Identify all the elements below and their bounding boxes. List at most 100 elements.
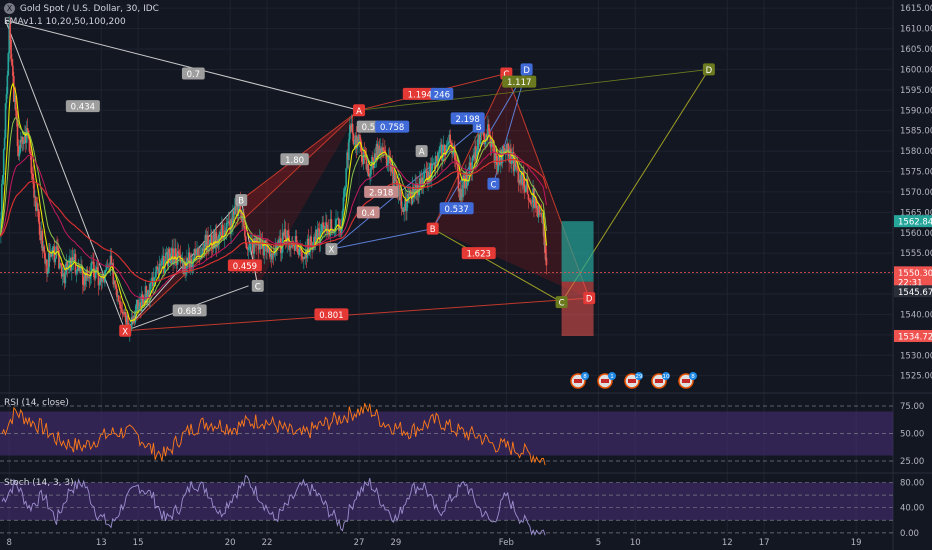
candle-body: [450, 142, 452, 143]
symbol-title-row[interactable]: X Gold Spot / U.S. Dollar, 30, IDC: [4, 3, 159, 14]
candle-body: [324, 227, 326, 229]
ratio-label-text: 0.801: [319, 311, 343, 321]
candle-body: [228, 221, 231, 223]
x-tick-label: 10: [630, 538, 641, 548]
candle-body: [121, 311, 124, 314]
candle-body: [4, 103, 7, 138]
ratio-label-text: 1.117: [507, 78, 531, 88]
y-tick-label: 1610.00: [900, 25, 932, 35]
candle-body: [273, 254, 276, 256]
candle-body: [114, 280, 116, 285]
candle-body: [463, 175, 465, 179]
trading-chart[interactable]: XABCXABBCC DC DD0.70.4341.800.6830.4590.80…: [0, 0, 932, 550]
economic-event-icon: 29: [624, 372, 643, 389]
chart-labels: XABCXABBCC DC DD0.70.4341.800.6830.4590.80…: [65, 63, 715, 389]
ratio-label-text: 0.459: [233, 262, 257, 272]
candle-body: [72, 258, 75, 261]
candle-body: [469, 162, 472, 167]
candle-body: [168, 248, 171, 254]
candle-body: [456, 163, 459, 172]
candle-body: [153, 277, 156, 279]
event-count-text: 8: [583, 374, 587, 380]
event-flag-stripe: [682, 379, 690, 383]
pattern-point-label-text: A: [356, 107, 362, 117]
price-axis: 8 13 15 20 22 27 29 Feb 5 10 12 17 19 1525.00 1530.00 1…: [6, 4, 932, 548]
candle-body: [79, 268, 81, 271]
economic-event-icon: 8: [570, 372, 589, 389]
ratio-label: 2.198: [450, 112, 485, 125]
ratio-label-text: 1.80: [285, 156, 304, 166]
candle-body: [11, 59, 13, 66]
ratio-label-text: 0.683: [177, 307, 201, 317]
event-flag-stripe: [601, 379, 609, 383]
chart-grid: [0, 0, 932, 550]
candle-body: [447, 142, 450, 145]
candle-body: [6, 75, 9, 95]
candle-body: [446, 144, 449, 146]
candle-body: [466, 181, 469, 187]
candle-body: [124, 311, 127, 318]
osc-axis-label: 50.00: [900, 430, 924, 440]
candle-body: [43, 246, 45, 254]
ratio-label: 0.801: [314, 308, 349, 321]
ratio-label: 1.117: [502, 75, 537, 88]
pattern-point-label: B: [235, 194, 248, 207]
pattern-point-label-text: D: [523, 66, 530, 76]
candle-body: [511, 160, 513, 164]
x-tick-label: 27: [354, 538, 365, 548]
candle-body: [197, 248, 199, 256]
pattern-point-label-text: C: [559, 299, 565, 309]
candle-body: [497, 165, 499, 173]
candle-body: [226, 223, 229, 224]
pattern-point-label: C: [555, 296, 568, 309]
pattern-point-label: A: [415, 145, 428, 158]
pattern-point-label-text: C: [255, 282, 261, 292]
candle-body: [342, 197, 345, 211]
stop-zone: [561, 281, 594, 336]
candle-body: [89, 276, 92, 279]
candle-body: [7, 53, 10, 76]
candle-body: [345, 168, 347, 188]
candle-body: [531, 201, 533, 203]
candle-body: [117, 295, 120, 302]
candle-body: [310, 236, 312, 246]
candle-body: [210, 235, 213, 249]
y-tick-label: 1585.00: [900, 127, 932, 137]
candle-body: [352, 133, 355, 145]
candle-body: [369, 174, 371, 177]
osc-axis-label: 25.00: [900, 457, 924, 467]
candle-body: [439, 147, 441, 153]
stoch-indicator-title[interactable]: Stoch (14, 3, 3): [4, 478, 74, 488]
ema-indicator-title[interactable]: EMAv1.1 10,20,50,100,200: [4, 17, 126, 27]
candle-body: [280, 252, 283, 254]
y-tick-label: 1575.00: [900, 168, 932, 178]
x-tick-label: 8: [6, 538, 11, 548]
y-tick-label: 1555.00: [900, 249, 932, 259]
osc-axis-label: 75.00: [900, 402, 924, 412]
candle-body: [245, 243, 248, 249]
candle-body: [119, 304, 122, 309]
ratio-label: 0.7: [181, 67, 205, 80]
candle-body: [248, 245, 251, 248]
candle-body: [1, 175, 4, 184]
pattern-point-label-text: B: [430, 225, 436, 235]
x-tick-label: 22: [262, 538, 273, 548]
candle-body: [3, 137, 6, 150]
candle-body: [118, 301, 121, 305]
candle-body: [343, 190, 346, 198]
ratio-label: 0.434: [65, 100, 100, 113]
ratio-label-text: 0.537: [444, 205, 468, 215]
osc-axis-label: 0.00: [900, 529, 919, 539]
symbol-logo-letter: X: [4, 3, 15, 14]
ratio-label: 0.683: [172, 304, 207, 317]
candle-body: [23, 142, 25, 144]
ratio-label-text: 0.434: [71, 103, 95, 113]
ratio-label: 2.918: [364, 185, 399, 198]
candle-body: [154, 271, 157, 278]
candle-body: [164, 252, 167, 262]
candle-body: [284, 229, 287, 239]
candle-body: [54, 258, 57, 263]
ratio-label: 0.4: [356, 206, 380, 219]
rsi-indicator-title[interactable]: RSI (14, close): [4, 398, 69, 408]
x-tick-label: 15: [133, 538, 144, 548]
